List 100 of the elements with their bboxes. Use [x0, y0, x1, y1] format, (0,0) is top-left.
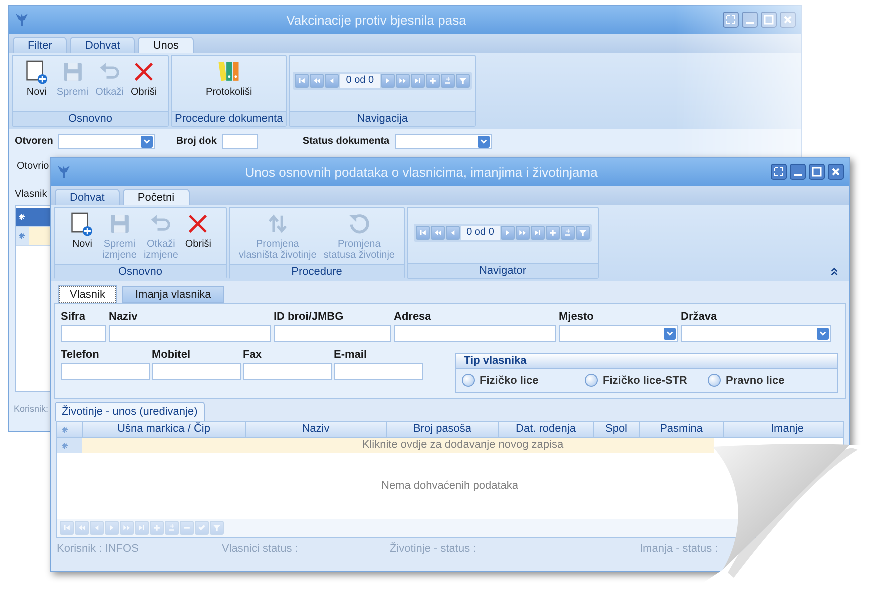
combo-box[interactable] — [58, 134, 156, 149]
double-right-icon — [122, 523, 132, 533]
field-label: Adresa — [394, 311, 432, 323]
ribbon-button[interactable]: Obriši — [128, 58, 160, 99]
field-label: Otvoren — [15, 136, 54, 147]
asterisk-icon — [18, 213, 26, 221]
ribbon-tab[interactable]: Unos — [138, 37, 194, 53]
navigator-button[interactable] — [430, 226, 445, 240]
navigator-button[interactable] — [576, 226, 590, 240]
text-field[interactable] — [274, 325, 391, 342]
field-label: Vlasnik — [15, 189, 48, 200]
field-label: Status dokumenta — [302, 136, 390, 147]
field-label: E-mail — [334, 349, 368, 361]
chevron-up-icon[interactable] — [830, 267, 839, 276]
text-field[interactable] — [61, 325, 106, 342]
double-right-icon — [518, 228, 528, 238]
close-button[interactable] — [828, 164, 844, 180]
navigator-button[interactable] — [531, 226, 546, 240]
column-header[interactable]: Ušna markica / Čip — [82, 422, 245, 437]
filter-icon — [212, 523, 222, 533]
field-label: Sifra — [61, 311, 86, 323]
text-field[interactable] — [152, 363, 241, 380]
text-field[interactable] — [61, 363, 150, 380]
minimize-button[interactable] — [790, 164, 806, 180]
plus-icon — [548, 228, 558, 238]
skip-first-icon — [418, 228, 428, 238]
asterisk-icon — [18, 232, 26, 240]
skip-last-icon — [533, 228, 544, 238]
window-title: Vakcinacije protiv bjesnila pasa — [286, 12, 468, 28]
logo-icon — [14, 12, 30, 28]
ribbon-tab[interactable]: Početni — [122, 189, 190, 205]
new-document-icon — [69, 211, 96, 237]
logo-icon — [56, 164, 72, 180]
ribbon-button[interactable]: Novi — [20, 58, 53, 99]
ribbon-button[interactable]: Protokoliši — [203, 58, 256, 99]
grid-tab[interactable]: Životinje - unos (uređivanje) — [55, 402, 205, 421]
group-label: Procedure — [230, 264, 404, 279]
double-left-icon — [77, 523, 87, 533]
radio-button[interactable] — [462, 374, 475, 387]
combo-box[interactable] — [681, 325, 831, 342]
column-header[interactable]: Naziv — [245, 422, 386, 437]
filter-icon — [578, 228, 588, 238]
navigator-button[interactable] — [381, 74, 396, 88]
new-row-prompt[interactable]: Kliknite ovdje za dodavanje novog zapisa — [82, 438, 714, 453]
navigator-button[interactable] — [310, 74, 324, 88]
ribbon-tab[interactable]: Dohvat — [70, 37, 136, 53]
skip-last-icon — [137, 523, 147, 533]
plus-icon — [152, 523, 162, 533]
field-label: Broj dok — [176, 136, 217, 147]
full-screen-button[interactable] — [723, 12, 739, 28]
navigator-button[interactable] — [546, 226, 560, 240]
ribbon-tab[interactable]: Dohvat — [55, 189, 120, 205]
combo-box[interactable] — [394, 134, 492, 149]
full-screen-button[interactable] — [771, 164, 787, 180]
navigator-button[interactable] — [456, 74, 470, 88]
column-header[interactable]: Imanje — [723, 422, 849, 437]
radio-button[interactable] — [708, 374, 721, 387]
navigator-button[interactable] — [516, 226, 530, 240]
column-header[interactable]: Broj pasoša — [386, 422, 498, 437]
text-field[interactable] — [334, 363, 423, 380]
grid-cell[interactable] — [29, 227, 50, 245]
new-document-icon — [24, 59, 50, 85]
form-tab[interactable]: Vlasnik — [59, 286, 116, 303]
text-field[interactable] — [222, 134, 258, 149]
navigator-button[interactable] — [501, 226, 516, 240]
maximize-button[interactable] — [809, 164, 825, 180]
navigator-button[interactable] — [411, 74, 426, 88]
minimize-button[interactable] — [742, 12, 758, 28]
navigator-button[interactable] — [446, 226, 460, 240]
text-field[interactable] — [243, 363, 332, 380]
radio-button[interactable] — [585, 374, 598, 387]
group-title: Tip vlasnika — [456, 354, 837, 369]
text-field[interactable] — [109, 325, 271, 342]
column-header[interactable]: Spol — [593, 422, 639, 437]
navigator-button[interactable] — [561, 226, 576, 240]
group-label: Navigacija — [290, 111, 476, 126]
skip-first-icon — [297, 76, 308, 86]
ribbon-tab[interactable]: Filter — [13, 37, 68, 53]
navigator-button[interactable] — [426, 74, 440, 88]
ribbon-button[interactable]: Novi — [66, 210, 98, 251]
navigator-button[interactable] — [396, 74, 410, 88]
field-label: Telefon — [61, 349, 100, 361]
column-header[interactable]: Dat. rođenja — [498, 422, 593, 437]
ribbon-button[interactable]: Obriši — [182, 210, 215, 251]
navigator-button[interactable] — [295, 74, 310, 88]
text-field[interactable] — [394, 325, 556, 342]
radio-label: Fizičko lice — [480, 374, 539, 386]
navigator-button[interactable] — [441, 74, 456, 88]
form-tab[interactable]: Imanja vlasnika — [122, 286, 224, 303]
group-label: Osnovno — [13, 111, 168, 126]
asterisk-icon — [61, 426, 69, 434]
column-header[interactable]: Pasmina — [639, 422, 723, 437]
record-counter: 0 od 0 — [340, 74, 380, 88]
navigator-button[interactable] — [416, 226, 430, 240]
filter-icon — [458, 76, 468, 86]
combo-box[interactable] — [559, 325, 678, 342]
navigator-button[interactable] — [325, 74, 340, 88]
field-label: Mjesto — [559, 311, 595, 323]
field-label: Naziv — [109, 311, 139, 323]
status-text: Korisnik: — [14, 404, 49, 414]
